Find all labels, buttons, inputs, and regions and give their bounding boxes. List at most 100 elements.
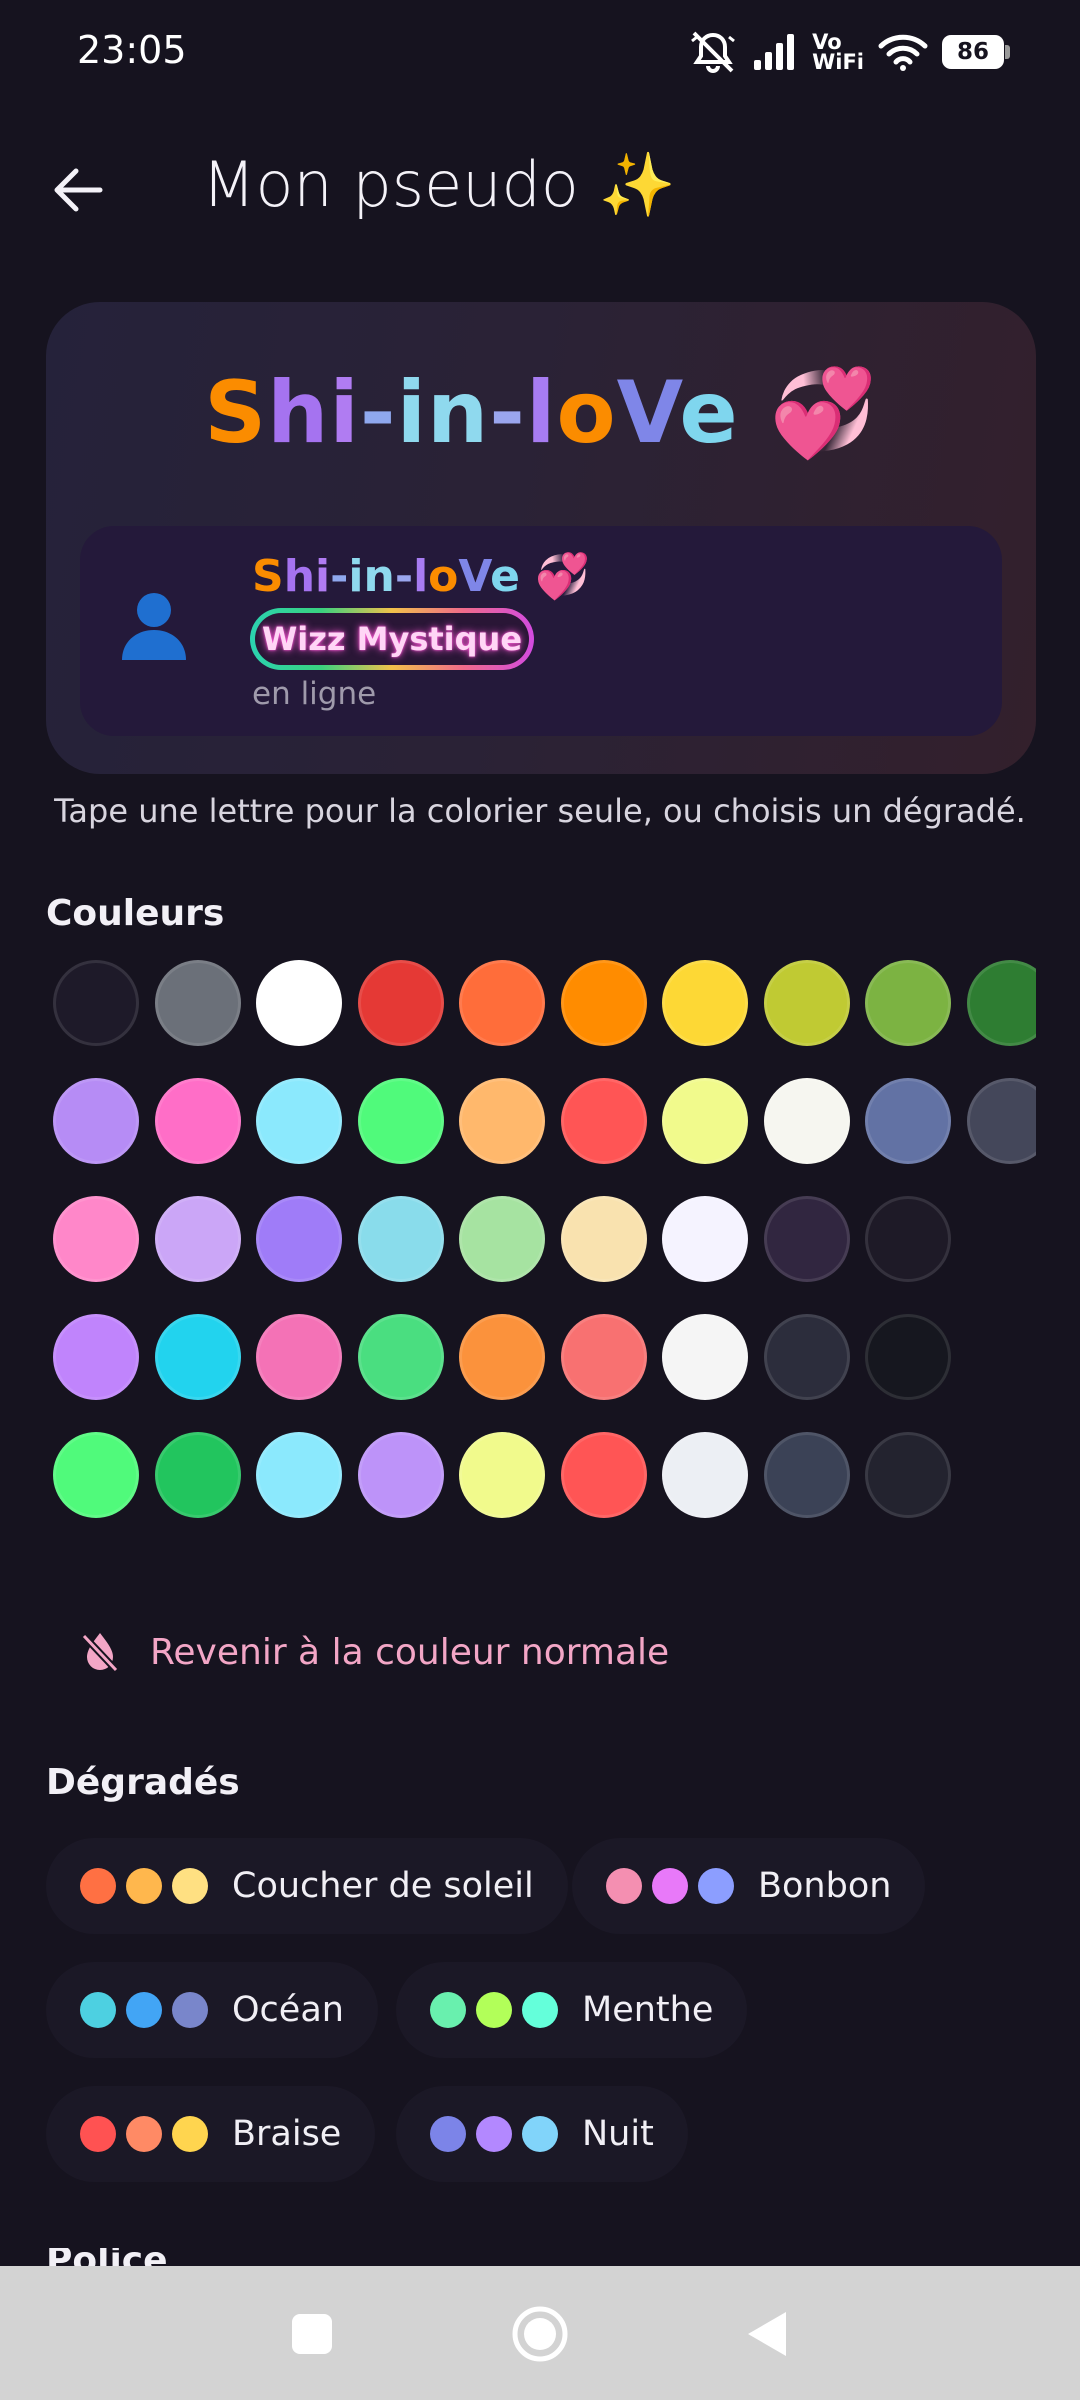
color-swatch[interactable]	[763, 1314, 850, 1400]
color-swatch[interactable]	[966, 1078, 1036, 1164]
volte-indicator: Vo WiFi	[812, 32, 864, 73]
gradient-chip[interactable]: Nuit	[396, 2086, 688, 2182]
gradient-dot	[476, 1992, 512, 2028]
color-swatch[interactable]	[357, 1314, 444, 1400]
nickname-letter-3[interactable]: -	[360, 363, 397, 463]
nickname-letter-6[interactable]: -	[489, 363, 526, 463]
color-swatch[interactable]	[865, 960, 951, 1046]
color-swatch[interactable]	[763, 1078, 850, 1164]
gradient-dot	[80, 1992, 116, 2028]
gradient-dot	[172, 1992, 208, 2028]
gradient-dots	[80, 2116, 208, 2152]
colors-section-title: Couleurs	[46, 893, 225, 934]
color-swatch[interactable]	[865, 1432, 951, 1518]
chat-preview-letter-7: l	[413, 551, 429, 602]
color-swatch[interactable]	[459, 1078, 545, 1164]
gradient-dot	[80, 1868, 116, 1904]
gradient-chip[interactable]: Coucher de soleil	[46, 1838, 568, 1934]
color-swatch[interactable]	[865, 1314, 951, 1400]
color-swatch[interactable]	[53, 960, 139, 1046]
chat-preview-letter-9: V	[458, 551, 491, 602]
color-swatch[interactable]	[357, 1432, 444, 1518]
recent-apps-button[interactable]	[274, 2296, 350, 2372]
color-swatch[interactable]	[459, 960, 545, 1046]
color-swatch[interactable]	[662, 960, 748, 1046]
color-swatch[interactable]	[459, 1196, 545, 1282]
nickname-letter-9[interactable]: V	[617, 363, 680, 463]
color-swatch[interactable]	[763, 960, 850, 1046]
nickname-letter-4[interactable]: i	[397, 363, 427, 463]
screen: 23:05 Vo WiFi 86 Mon pseudo ✨ Shi-in-loV…	[0, 0, 1080, 2400]
reset-color-label: Revenir à la couleur normale	[150, 1631, 670, 1673]
color-swatch[interactable]	[560, 1196, 647, 1282]
reset-color-button[interactable]: Revenir à la couleur normale	[80, 1620, 669, 1684]
nav-back-button[interactable]	[728, 2296, 804, 2372]
gradients-section-title: Dégradés	[46, 1762, 240, 1803]
color-swatch[interactable]	[560, 960, 647, 1046]
nickname-letters[interactable]: Shi-in-loVe	[204, 363, 739, 463]
nickname-preview[interactable]: Shi-in-loVe 💞	[46, 362, 1036, 463]
nickname-letter-0[interactable]: S	[204, 363, 267, 463]
nickname-emoji: 💞	[769, 363, 878, 463]
color-swatch[interactable]	[662, 1078, 748, 1164]
badge-label: Wizz Mystique	[255, 613, 529, 665]
color-swatch[interactable]	[256, 960, 342, 1046]
color-swatch[interactable]	[560, 1314, 647, 1400]
color-swatch[interactable]	[357, 960, 444, 1046]
battery-icon: 86	[942, 35, 1010, 69]
gradient-chip[interactable]: Océan	[46, 1962, 378, 2058]
color-swatch[interactable]	[357, 1078, 444, 1164]
color-swatch[interactable]	[256, 1078, 342, 1164]
color-swatch[interactable]	[154, 1196, 241, 1282]
color-swatch[interactable]	[154, 1078, 241, 1164]
nickname-letter-1[interactable]: h	[267, 363, 329, 463]
gradient-chip[interactable]: Braise	[46, 2086, 376, 2182]
color-swatch[interactable]	[560, 1432, 647, 1518]
color-swatch[interactable]	[662, 1432, 748, 1518]
chat-preview-letter-10: e	[490, 551, 520, 602]
status-time: 23:05	[77, 28, 187, 72]
nickname-letter-8[interactable]: o	[556, 363, 616, 463]
color-swatch[interactable]	[865, 1196, 951, 1282]
nickname-letter-5[interactable]: n	[427, 363, 489, 463]
color-swatch[interactable]	[154, 1432, 241, 1518]
color-swatch[interactable]	[53, 1196, 139, 1282]
nickname-letter-10[interactable]: e	[679, 363, 738, 463]
recent-apps-icon	[292, 2314, 332, 2354]
gradient-dot	[172, 1868, 208, 1904]
color-swatch[interactable]	[256, 1196, 342, 1282]
page-title: Mon pseudo ✨	[202, 148, 676, 221]
color-swatch[interactable]	[459, 1314, 545, 1400]
color-swatch[interactable]	[459, 1432, 545, 1518]
color-swatch[interactable]	[662, 1314, 748, 1400]
color-swatch[interactable]	[865, 1078, 951, 1164]
color-swatch[interactable]	[763, 1196, 850, 1282]
color-swatch[interactable]	[53, 1314, 139, 1400]
gradient-dot	[430, 1992, 466, 2028]
color-swatch[interactable]	[357, 1196, 444, 1282]
gradient-chip[interactable]: Menthe	[396, 1962, 748, 2058]
chat-preview-letter-5: n	[363, 551, 395, 602]
color-swatch[interactable]	[256, 1432, 342, 1518]
color-palette	[0, 960, 1036, 1540]
home-button[interactable]	[502, 2296, 578, 2372]
color-swatch[interactable]	[256, 1314, 342, 1400]
gradient-dot	[172, 2116, 208, 2152]
status-bar: 23:05 Vo WiFi 86	[0, 0, 1080, 106]
color-swatch[interactable]	[560, 1078, 647, 1164]
color-swatch[interactable]	[53, 1432, 139, 1518]
chat-preview-letter-4: i	[348, 551, 364, 602]
color-swatch[interactable]	[53, 1078, 139, 1164]
signal-icon	[754, 34, 795, 70]
nickname-letter-7[interactable]: l	[526, 363, 556, 463]
back-button[interactable]	[40, 152, 116, 228]
gradient-chip[interactable]: Bonbon	[572, 1838, 926, 1934]
nickname-letter-2[interactable]: i	[329, 363, 359, 463]
chat-preview-letter-3: -	[330, 551, 349, 602]
app-bar: Mon pseudo ✨	[0, 130, 1080, 250]
color-swatch[interactable]	[154, 960, 241, 1046]
color-swatch[interactable]	[662, 1196, 748, 1282]
color-swatch[interactable]	[154, 1314, 241, 1400]
color-swatch[interactable]	[763, 1432, 850, 1518]
color-swatch[interactable]	[966, 960, 1036, 1046]
